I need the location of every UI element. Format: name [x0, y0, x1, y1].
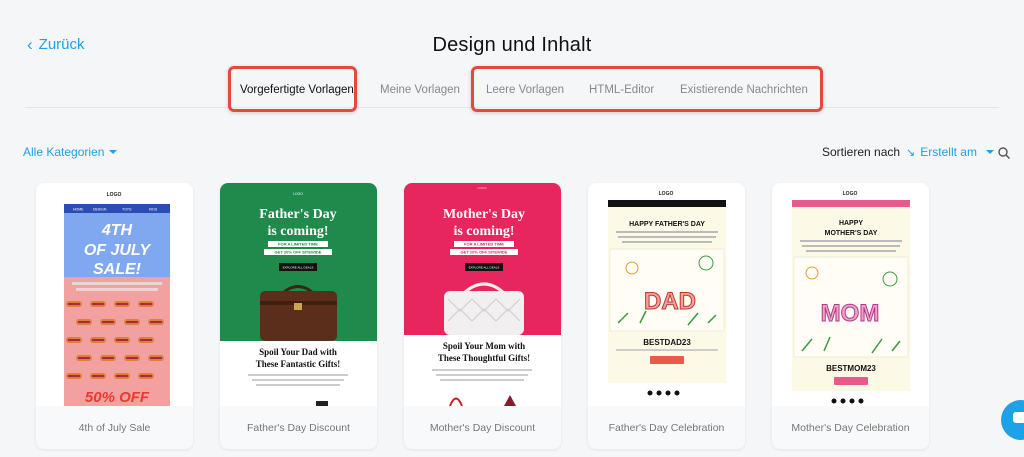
preview-nav-item: DESIGN	[93, 208, 107, 212]
template-name: 4th of July Sale	[36, 406, 193, 449]
caret-down-icon	[985, 150, 994, 154]
template-preview: LOGO Mother's Day is coming! FOR A LIMIT…	[404, 183, 561, 406]
preview-offer: GET 20% OFF SITEWIDE	[275, 250, 322, 255]
template-preview: LOGO HAPPY FATHER'S DAY DAD BESTDAD23	[588, 183, 745, 406]
preview-headline: Father's Day	[259, 207, 336, 222]
template-name: Mother's Day Discount	[404, 406, 561, 449]
highlight-box-other-tabs	[471, 66, 823, 112]
preview-nav-item: TOYS	[122, 208, 132, 212]
preview-headline: is coming!	[453, 224, 514, 239]
sort-dropdown[interactable]: ↘ Erstellt am	[906, 145, 994, 159]
category-filter-label: Alle Kategorien	[23, 145, 105, 159]
preview-logo: LOGO	[293, 192, 303, 196]
preview-drawing-text: DAD	[644, 288, 696, 315]
sort-label: Sortieren nach	[822, 145, 901, 159]
template-card-mothers-discount[interactable]: LOGO Mother's Day is coming! FOR A LIMIT…	[404, 183, 561, 449]
preview-nav-item: KIDS	[149, 208, 158, 212]
search-icon[interactable]	[997, 146, 1011, 160]
preview-footer-text: 50% OFF	[85, 389, 150, 406]
preview-code: BESTMOM23	[826, 364, 876, 373]
template-card-fathers-discount[interactable]: LOGO Father's Day is coming! FOR A LIMIT…	[220, 183, 377, 449]
preview-subhead: These Fantastic Gifts!	[256, 359, 341, 369]
template-name: Father's Day Celebration	[588, 406, 745, 449]
highlight-box-prebuilt	[228, 66, 357, 112]
preview-logo: LOGO	[107, 192, 122, 198]
template-preview: LOGO HOME DESIGN TOYS KIDS 4TH OF JULY S…	[36, 183, 193, 406]
preview-drawing-text: MOM	[821, 300, 880, 327]
preview-headline: is coming!	[267, 224, 328, 239]
page-title: Design und Inhalt	[432, 34, 592, 56]
preview-headline: Mother's Day	[443, 207, 525, 222]
sort-value: Erstellt am	[920, 145, 977, 159]
preview-button: EXPLORE ALL DEALS	[283, 266, 314, 270]
template-card-fathers-celebration[interactable]: LOGO HAPPY FATHER'S DAY DAD BESTDAD23 Fa…	[588, 183, 745, 449]
sort-icon: ↘	[906, 146, 916, 159]
preview-heading: MOTHER'S DAY	[825, 230, 878, 237]
preview-logo: LOGO	[843, 191, 858, 197]
preview-subhead: Spoil Your Mom with	[443, 341, 525, 351]
preview-nav-item: HOME	[73, 208, 84, 212]
chat-widget-button[interactable]	[1001, 400, 1024, 440]
category-filter[interactable]: Alle Kategorien	[23, 145, 118, 159]
template-card-july[interactable]: LOGO HOME DESIGN TOYS KIDS 4TH OF JULY S…	[36, 183, 193, 449]
preview-offer: FOR A LIMITED TIME	[464, 242, 504, 247]
preview-logo: LOGO	[659, 191, 674, 197]
preview-offer: FOR A LIMITED TIME	[278, 242, 318, 247]
template-name: Mother's Day Celebration	[772, 406, 929, 449]
preview-logo: LOGO	[478, 186, 487, 190]
chat-icon	[1013, 412, 1024, 423]
template-name: Father's Day Discount	[220, 406, 377, 449]
template-preview: LOGO HAPPY MOTHER'S DAY MOM BESTMOM23	[772, 183, 929, 406]
template-preview: LOGO Father's Day is coming! FOR A LIMIT…	[220, 183, 377, 406]
preview-offer: GET 20% OFF SITEWIDE	[461, 250, 508, 255]
preview-headline: OF JULY	[84, 242, 152, 259]
template-card-mothers-celebration[interactable]: LOGO HAPPY MOTHER'S DAY MOM BESTMOM23 Mo…	[772, 183, 929, 449]
preview-code: BESTDAD23	[643, 338, 691, 347]
tab-my-templates[interactable]: Meine Vorlagen	[380, 84, 460, 96]
preview-headline: SALE!	[93, 261, 142, 278]
preview-button: EXPLORE ALL DEALS	[469, 266, 500, 270]
sort-control: Sortieren nach ↘ Erstellt am	[822, 145, 994, 159]
caret-down-icon	[109, 150, 118, 154]
preview-heading: HAPPY FATHER'S DAY	[629, 221, 705, 228]
preview-subhead: These Thoughtful Gifts!	[438, 353, 530, 363]
preview-heading: HAPPY	[839, 220, 863, 227]
preview-subhead: Spoil Your Dad with	[259, 347, 337, 357]
preview-headline: 4TH	[101, 222, 133, 239]
